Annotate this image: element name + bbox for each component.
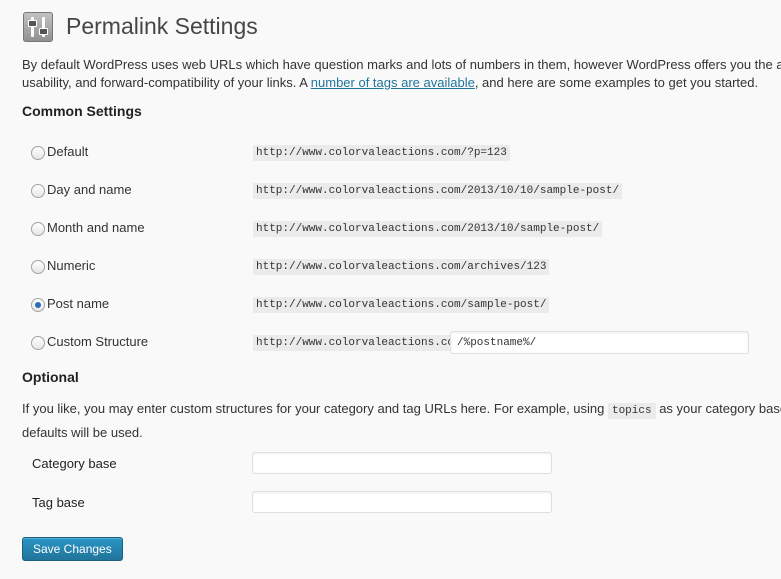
intro-line1: By default WordPress uses web URLs which… [22, 57, 781, 72]
example-url: http://www.colorvaleactions.com/?p=123 [253, 145, 510, 161]
save-changes-button[interactable]: Save Changes [22, 537, 123, 561]
option-label: Default [47, 144, 89, 159]
optional-text-start: If you like, you may enter custom struct… [22, 401, 608, 416]
option-label: Custom Structure [47, 334, 149, 349]
tag-base-input[interactable] [252, 491, 552, 513]
radio-default[interactable] [31, 146, 45, 160]
example-url: http://www.colorvaleactions.com/sample-p… [253, 297, 550, 313]
category-base-label: Category base [32, 456, 117, 471]
option-label: Day and name [47, 182, 132, 197]
code-example: topics [607, 403, 656, 419]
radio-custom-structure[interactable] [31, 336, 45, 350]
radio-numeric[interactable] [31, 260, 45, 274]
optional-heading: Optional [22, 369, 79, 385]
common-settings-heading: Common Settings [22, 103, 142, 119]
option-label: Post name [47, 296, 110, 311]
optional-text-line2: defaults will be used. [22, 425, 143, 440]
custom-structure-input[interactable] [450, 331, 749, 354]
sliders-icon [23, 12, 53, 42]
intro-text: By default WordPress uses web URLs which… [22, 56, 781, 92]
optional-description: If you like, you may enter custom struct… [22, 398, 781, 443]
category-base-input[interactable] [252, 452, 552, 474]
example-url: http://www.colorvaleactions.com/2013/10/… [253, 183, 623, 199]
option-label: Month and name [47, 220, 145, 235]
example-url: http://www.colorvaleactions.com/archives… [253, 259, 550, 275]
optional-text-end: as your category base would m [659, 401, 781, 416]
example-url: http://www.colorvaleactions.com/2013/10/… [253, 221, 603, 237]
radio-post-name[interactable] [31, 298, 45, 312]
intro-line2-start: usability, and forward-compatibility of … [22, 75, 311, 90]
option-label: Numeric [47, 258, 96, 273]
radio-day-and-name[interactable] [31, 184, 45, 198]
intro-line2-end: , and here are some examples to get you … [474, 75, 759, 90]
radio-month-and-name[interactable] [31, 222, 45, 236]
page-title: Permalink Settings [66, 13, 258, 39]
tags-available-link[interactable]: number of tags are available [311, 75, 475, 90]
custom-structure-prefix: http://www.colorvaleactions.com [253, 335, 464, 351]
tag-base-label: Tag base [32, 495, 85, 510]
